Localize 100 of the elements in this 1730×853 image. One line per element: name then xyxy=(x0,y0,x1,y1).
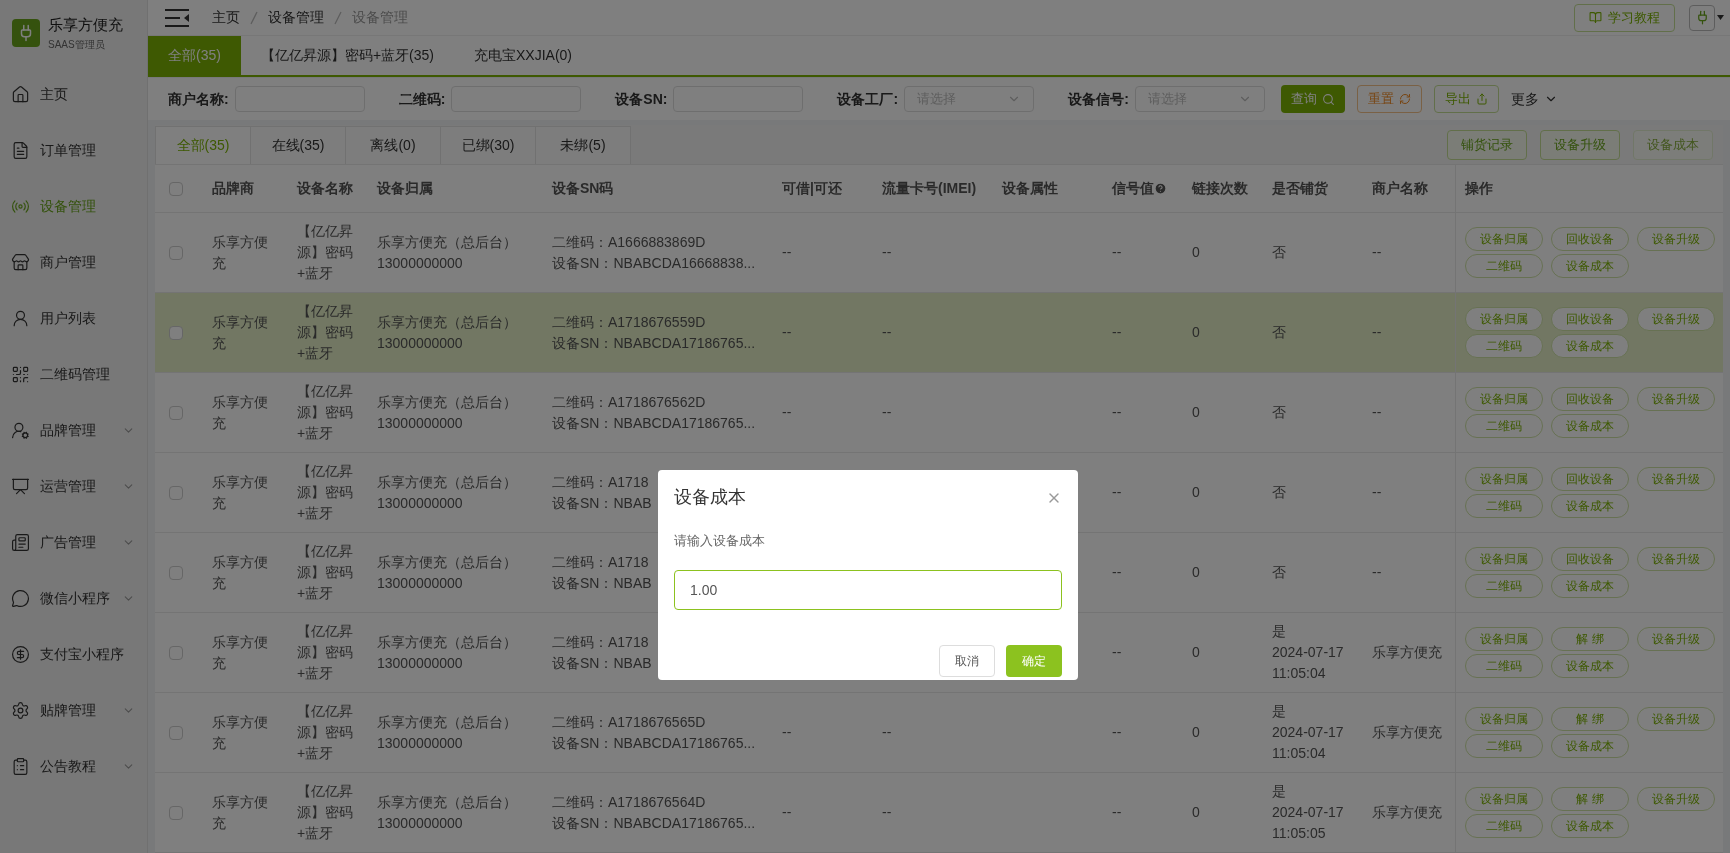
table-row[interactable]: 乐享方便充 【亿亿昇源】密码+蓝牙 乐享方便充（总后台） 13000000000 二维码：A1718676562D 设备SN：NBABCDA17186765... -- -- -- 0 否 -- 设备归属 回收设备 设备升级 二维码 设备成本 xyxy=(155,373,1723,453)
action-button[interactable]: 设备成本 xyxy=(1551,494,1629,518)
action-button[interactable]: 设备升级 xyxy=(1637,387,1715,411)
action-button[interactable]: 设备成本 xyxy=(1551,414,1629,438)
row-checkbox[interactable] xyxy=(169,645,183,660)
status-tab[interactable]: 全部(35) xyxy=(155,126,251,164)
table-cell-text: 设备SN：NBAB xyxy=(552,653,652,673)
table-row[interactable]: 乐享方便充 【亿亿昇源】密码+蓝牙 乐享方便充（总后台） 13000000000 二维码：A1666883869D 设备SN：NBABCDA16668838... -- -- -- 0 否 -- 设备归属 回收设备 设备升级 二维码 设备成本 xyxy=(155,213,1723,293)
action-button[interactable]: 二维码 xyxy=(1465,494,1543,518)
table-row[interactable]: 乐享方便充 【亿亿昇源】密码+蓝牙 乐享方便充（总后台） 13000000000 二维码：A1718676565D 设备SN：NBABCDA17186765... -- -- -- 0 是 2024-07-17 11:05:04 乐享方便充 设备归属 解 绑 设备升级 二维码 设备成本 xyxy=(155,693,1723,773)
category-tab[interactable]: 充电宝XXJIA(0) xyxy=(454,36,592,75)
row-checkbox[interactable] xyxy=(169,485,183,500)
action-button[interactable]: 二维码 xyxy=(1465,734,1543,758)
reset-button[interactable]: 重置 xyxy=(1356,85,1422,113)
table-cell-text: 否 xyxy=(1272,483,1286,502)
action-button[interactable]: 设备归属 xyxy=(1465,227,1543,251)
action-button[interactable]: 设备成本 xyxy=(1551,574,1629,598)
sidebar-item[interactable]: 运营管理 xyxy=(0,458,147,514)
header-checkbox[interactable] xyxy=(169,181,183,196)
store-icon xyxy=(11,252,30,272)
sidebar-item[interactable]: 广告管理 xyxy=(0,514,147,570)
category-tab[interactable]: 全部(35) xyxy=(148,36,241,75)
sidebar-item[interactable]: 微信小程序 xyxy=(0,570,147,626)
table-row[interactable]: 乐享方便充 【亿亿昇源】密码+蓝牙 乐享方便充（总后台） 13000000000 二维码：A1718676559D 设备SN：NBABCDA17186765... -- -- -- 0 否 -- 设备归属 回收设备 设备升级 二维码 设备成本 xyxy=(155,293,1723,373)
action-button[interactable]: 设备归属 xyxy=(1465,627,1543,651)
action-button[interactable]: 二维码 xyxy=(1465,254,1543,278)
action-button[interactable]: 二维码 xyxy=(1465,334,1543,358)
table-cell-text: 【亿亿昇源】密码+蓝牙 xyxy=(297,702,353,763)
row-checkbox[interactable] xyxy=(169,805,183,820)
action-button[interactable]: 设备归属 xyxy=(1465,547,1543,571)
action-button[interactable]: 设备归属 xyxy=(1465,707,1543,731)
column-header: 商户名称 xyxy=(1372,179,1428,198)
action-button[interactable]: 二维码 xyxy=(1465,814,1543,838)
action-button[interactable]: 设备归属 xyxy=(1465,467,1543,491)
action-button[interactable]: 回收设备 xyxy=(1551,227,1629,251)
action-button[interactable]: 设备升级 xyxy=(1637,467,1715,491)
action-button[interactable]: 二维码 xyxy=(1465,574,1543,598)
row-checkbox[interactable] xyxy=(169,325,183,340)
sidebar-item[interactable]: 支付宝小程序 xyxy=(0,626,147,682)
action-button[interactable]: 设备成本 xyxy=(1551,654,1629,678)
action-button[interactable]: 解 绑 xyxy=(1551,627,1629,651)
menu-icon[interactable] xyxy=(165,8,190,27)
action-button[interactable]: 二维码 xyxy=(1465,414,1543,438)
tutorial-button[interactable]: 学习教程 xyxy=(1574,3,1675,32)
table-cell-text: 0 xyxy=(1192,403,1200,422)
action-button[interactable]: 设备升级 xyxy=(1637,227,1715,251)
sidebar-item[interactable]: 品牌管理 xyxy=(0,402,147,458)
column-header: 信号值 xyxy=(1112,178,1167,199)
more-button[interactable]: 更多 xyxy=(1510,85,1558,113)
cancel-button[interactable]: 取消 xyxy=(939,644,995,677)
action-button[interactable]: 二维码 xyxy=(1465,654,1543,678)
row-checkbox[interactable] xyxy=(169,725,183,740)
action-button[interactable]: 解 绑 xyxy=(1551,707,1629,731)
action-button[interactable]: 设备成本 xyxy=(1551,334,1629,358)
action-button[interactable]: 回收设备 xyxy=(1551,547,1629,571)
breadcrumb-item[interactable]: 主页 xyxy=(212,7,240,28)
row-checkbox[interactable] xyxy=(169,405,183,420)
table-row[interactable]: 乐享方便充 【亿亿昇源】密码+蓝牙 乐享方便充（总后台） 13000000000 二维码：A1718676564D 设备SN：NBABCDA17186765... -- -- -- 0 是 2024-07-17 11:05:05 乐享方便充 设备归属 解 绑 设备升级 二维码 设备成本 xyxy=(155,773,1723,853)
action-button[interactable]: 设备升级 xyxy=(1637,307,1715,331)
sidebar-item[interactable]: 商户管理 xyxy=(0,234,147,290)
action-button[interactable]: 设备成本 xyxy=(1551,734,1629,758)
action-button[interactable]: 回收设备 xyxy=(1551,387,1629,411)
avatar[interactable] xyxy=(1689,4,1724,31)
action-button[interactable]: 设备成本 xyxy=(1551,254,1629,278)
sidebar-item[interactable]: 主页 xyxy=(0,66,147,122)
breadcrumb-item[interactable]: 设备管理 xyxy=(268,7,324,28)
table-cell-text: -- xyxy=(1372,243,1382,262)
newspaper-icon xyxy=(11,532,30,552)
table-cell-text: 【亿亿昇源】密码+蓝牙 xyxy=(297,542,353,603)
action-button[interactable]: 设备升级 xyxy=(1637,627,1715,651)
action-button[interactable]: 回收设备 xyxy=(1551,467,1629,491)
sidebar-item[interactable]: 订单管理 xyxy=(0,122,147,178)
confirm-button[interactable]: 确定 xyxy=(1006,644,1062,677)
sidebar-item[interactable]: 用户列表 xyxy=(0,290,147,346)
sidebar-item[interactable]: 设备管理 xyxy=(0,178,147,234)
action-button[interactable]: 设备归属 xyxy=(1465,387,1543,411)
action-button[interactable]: 设备成本 xyxy=(1551,814,1629,838)
category-tab[interactable]: 【亿亿昇源】密码+蓝牙(35) xyxy=(240,36,454,75)
action-button[interactable]: 设备归属 xyxy=(1465,787,1543,811)
status-tab[interactable]: 未绑(5) xyxy=(535,126,631,164)
action-button[interactable]: 解 绑 xyxy=(1551,787,1629,811)
sidebar-item[interactable]: 二维码管理 xyxy=(0,346,147,402)
cost-input-field[interactable]: 1.00 xyxy=(674,569,1062,610)
sidebar-item[interactable]: 贴牌管理 xyxy=(0,682,147,738)
table-cell-text: -- xyxy=(1372,323,1382,342)
toolbar-button[interactable]: 铺货记录 xyxy=(1447,129,1527,160)
action-button[interactable]: 设备升级 xyxy=(1637,787,1715,811)
table-cell-text: -- xyxy=(1112,483,1122,502)
toolbar-button[interactable]: 设备升级 xyxy=(1540,129,1620,160)
row-checkbox[interactable] xyxy=(169,245,183,260)
action-button[interactable]: 设备升级 xyxy=(1637,547,1715,571)
row-checkbox[interactable] xyxy=(169,565,183,580)
action-button[interactable]: 设备归属 xyxy=(1465,307,1543,331)
action-button[interactable]: 回收设备 xyxy=(1551,307,1629,331)
clipboard-icon xyxy=(11,756,30,776)
table-cell-text: 否 xyxy=(1272,323,1286,342)
search-button[interactable]: 查询 xyxy=(1280,85,1345,113)
action-button[interactable]: 设备升级 xyxy=(1637,707,1715,731)
sidebar-item[interactable]: 公告教程 xyxy=(0,738,147,794)
export-button[interactable]: 导出 xyxy=(1433,85,1499,113)
